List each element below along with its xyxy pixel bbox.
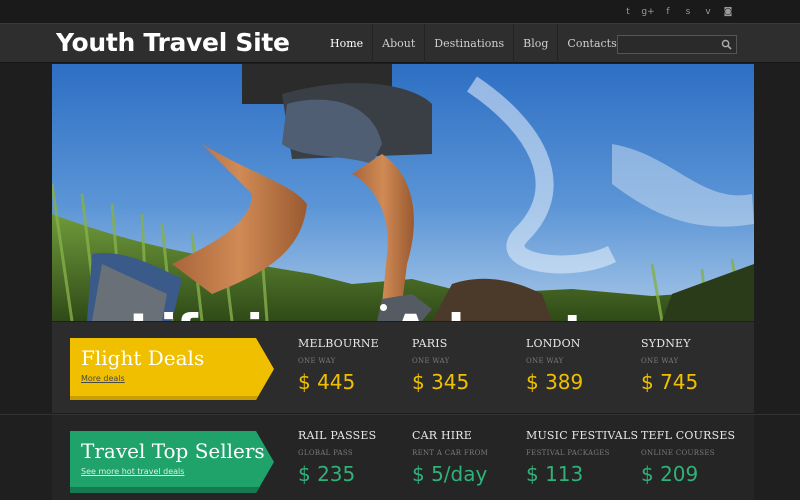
site-logo[interactable]: Youth Travel Site bbox=[56, 28, 290, 57]
seller-name: TEFL COURSES bbox=[641, 429, 736, 442]
deal-name: SYDNEY bbox=[641, 337, 691, 350]
menu-item-destinations[interactable]: Destinations bbox=[424, 24, 513, 63]
hero-banner: Life is an Adventure bbox=[52, 64, 754, 321]
seller-subtitle: ONLINE COURSES bbox=[641, 449, 715, 457]
menu-item-home[interactable]: Home bbox=[321, 24, 372, 63]
slider-pager-dot[interactable] bbox=[380, 304, 387, 311]
seller-price: $ 5/day bbox=[412, 462, 488, 486]
top-sellers-banner: Travel Top Sellers See more hot travel d… bbox=[70, 431, 274, 493]
seller-subtitle: RENT A CAR FROM bbox=[412, 449, 489, 457]
hero-image bbox=[52, 64, 754, 321]
top-sellers-title: Travel Top Sellers bbox=[81, 439, 265, 463]
deal-name: PARIS bbox=[412, 337, 448, 350]
main-menu: Home About Destinations Blog Contacts bbox=[321, 24, 626, 63]
seller-name: RAIL PASSES bbox=[298, 429, 377, 442]
seller-price: $ 209 bbox=[641, 462, 699, 486]
deal-name: LONDON bbox=[526, 337, 581, 350]
deal-subtitle: ONE WAY bbox=[526, 357, 564, 365]
skype-icon[interactable]: s bbox=[678, 6, 698, 18]
search-icon[interactable] bbox=[721, 39, 732, 50]
deal-price: $ 345 bbox=[412, 370, 470, 394]
deal-item[interactable]: PARIS ONE WAY $ 345 bbox=[412, 337, 527, 394]
flight-deals-panel: Flight Deals More deals MELBOURNE ONE WA… bbox=[52, 322, 754, 413]
deal-subtitle: ONE WAY bbox=[412, 357, 450, 365]
twitter-icon[interactable]: t bbox=[618, 6, 638, 18]
top-sellers-panel: Travel Top Sellers See more hot travel d… bbox=[52, 414, 754, 500]
deal-subtitle: ONE WAY bbox=[641, 357, 679, 365]
instagram-icon[interactable]: ◙ bbox=[718, 6, 738, 18]
header-nav: Youth Travel Site Home About Destination… bbox=[0, 23, 800, 63]
seller-price: $ 113 bbox=[526, 462, 584, 486]
seller-name: MUSIC FESTIVALS bbox=[526, 429, 639, 442]
deal-item[interactable]: MELBOURNE ONE WAY $ 445 bbox=[298, 337, 413, 394]
menu-item-contacts[interactable]: Contacts bbox=[557, 24, 625, 63]
seller-item[interactable]: MUSIC FESTIVALS FESTIVAL PACKAGES $ 113 bbox=[526, 429, 641, 486]
social-links: t g+ f s v ◙ bbox=[618, 6, 738, 18]
google-plus-icon[interactable]: g+ bbox=[638, 6, 658, 18]
seller-name: CAR HIRE bbox=[412, 429, 472, 442]
seller-price: $ 235 bbox=[298, 462, 356, 486]
menu-item-blog[interactable]: Blog bbox=[513, 24, 557, 63]
seller-item[interactable]: RAIL PASSES GLOBAL PASS $ 235 bbox=[298, 429, 413, 486]
deal-name: MELBOURNE bbox=[298, 337, 379, 350]
deal-item[interactable]: LONDON ONE WAY $ 389 bbox=[526, 337, 641, 394]
deal-price: $ 389 bbox=[526, 370, 584, 394]
seller-item[interactable]: TEFL COURSES ONLINE COURSES $ 209 bbox=[641, 429, 756, 486]
vimeo-icon[interactable]: v bbox=[698, 6, 718, 18]
deal-price: $ 445 bbox=[298, 370, 356, 394]
search-box bbox=[617, 35, 737, 54]
see-more-link[interactable]: See more hot travel deals bbox=[81, 467, 184, 476]
deal-subtitle: ONE WAY bbox=[298, 357, 336, 365]
deal-item[interactable]: SYDNEY ONE WAY $ 745 bbox=[641, 337, 756, 394]
seller-subtitle: FESTIVAL PACKAGES bbox=[526, 449, 610, 457]
facebook-icon[interactable]: f bbox=[658, 6, 678, 18]
hero-title: Life is an Adventure bbox=[52, 304, 754, 321]
search-input[interactable] bbox=[621, 37, 717, 52]
menu-item-about[interactable]: About bbox=[372, 24, 424, 63]
flight-deals-banner: Flight Deals More deals bbox=[70, 338, 274, 400]
more-deals-link[interactable]: More deals bbox=[81, 374, 125, 383]
deal-price: $ 745 bbox=[641, 370, 699, 394]
top-bar: t g+ f s v ◙ bbox=[0, 0, 800, 23]
flight-deals-title: Flight Deals bbox=[81, 346, 205, 370]
seller-subtitle: GLOBAL PASS bbox=[298, 449, 353, 457]
seller-item[interactable]: CAR HIRE RENT A CAR FROM $ 5/day bbox=[412, 429, 527, 486]
